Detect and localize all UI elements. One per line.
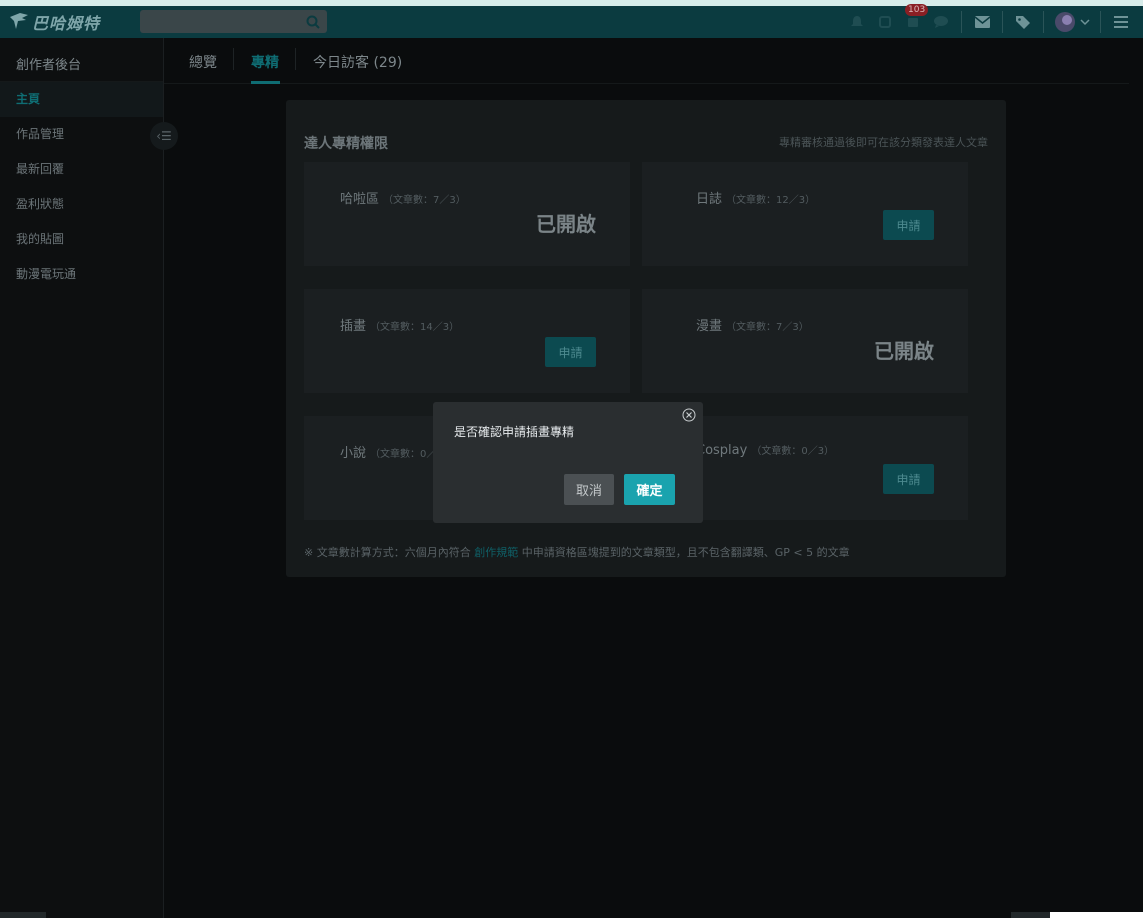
bottom-edge: [0, 912, 46, 918]
bell-icon[interactable]: [843, 6, 871, 38]
dragon-logo-icon: [10, 13, 28, 29]
card-title: Cosplay （文章數：0／3）: [696, 443, 835, 458]
rules-link[interactable]: 創作規範: [474, 546, 518, 559]
sidebar-title: 創作者後台: [0, 38, 163, 82]
card-title: 漫畫 （文章數：7／3）: [696, 319, 809, 334]
apply-button[interactable]: 申請: [545, 337, 596, 367]
notification-badge: 103: [905, 4, 929, 16]
logo-text: 巴哈姆特: [32, 14, 101, 33]
card-title: 插畫 （文章數：14／3）: [340, 319, 460, 334]
status-enabled: 已開啟: [874, 339, 934, 363]
tab-bar: 總覽 專精 今日訪客 (29): [164, 38, 1129, 84]
top-icons: 103: [843, 4, 1143, 38]
status-enabled: 已開啟: [536, 212, 596, 236]
panel-title: 達人專精權限: [304, 136, 388, 152]
divider: [961, 11, 962, 33]
avatar[interactable]: [1050, 6, 1094, 38]
sidebar: 創作者後台 主頁 作品管理 最新回覆 盈利狀態 我的貼圖 動漫電玩通: [0, 38, 164, 918]
card-diary: 日誌 （文章數：12／3） 申請: [642, 162, 968, 266]
divider: [1002, 11, 1003, 33]
footnote: ※ 文章數計算方式：六個月內符合 創作規範 中申請資格區塊提到的文章類型，且不包…: [304, 546, 850, 559]
divider: [1100, 11, 1101, 33]
tab-overview[interactable]: 總覽: [189, 52, 217, 72]
active-tab-indicator: [251, 81, 280, 84]
confirm-button[interactable]: 確定: [624, 474, 675, 505]
search-input[interactable]: [140, 10, 327, 33]
tab-divider: [295, 48, 296, 70]
card-title: 日誌 （文章數：12／3）: [696, 192, 816, 207]
tag-icon[interactable]: [1009, 6, 1037, 38]
sidebar-item-quiz[interactable]: 動漫電玩通: [0, 257, 163, 292]
tab-expertise[interactable]: 專精: [251, 52, 279, 72]
bottom-edge: [1050, 912, 1143, 918]
collapse-sidebar-button[interactable]: ‹☰: [150, 122, 178, 150]
sidebar-item-earnings[interactable]: 盈利狀態: [0, 187, 163, 222]
confirm-dialog: 是否確認申請插畫專精 取消 確定: [433, 402, 703, 523]
sidebar-item-stickers[interactable]: 我的貼圖: [0, 222, 163, 257]
collapse-icon: ‹☰: [156, 129, 172, 143]
bottom-edge: [1011, 912, 1050, 918]
sidebar-item-replies[interactable]: 最新回覆: [0, 152, 163, 187]
cancel-button[interactable]: 取消: [564, 474, 614, 505]
apply-button[interactable]: 申請: [883, 464, 934, 494]
apply-button[interactable]: 申請: [883, 210, 934, 240]
tab-divider: [233, 48, 234, 70]
forum-icon[interactable]: [871, 6, 899, 38]
card-hala: 哈啦區 （文章數：7／3） 已開啟: [304, 162, 630, 266]
tab-visitors[interactable]: 今日訪客 (29): [313, 52, 402, 72]
chevron-down-icon: [1080, 19, 1090, 26]
divider: [1043, 11, 1044, 33]
top-bar: 巴哈姆特 103: [0, 4, 1143, 38]
menu-icon[interactable]: [1107, 6, 1135, 38]
logo[interactable]: 巴哈姆特: [8, 10, 100, 34]
card-manga: 漫畫 （文章數：7／3） 已開啟: [642, 289, 968, 393]
chat-icon[interactable]: [927, 6, 955, 38]
mail-icon[interactable]: [968, 6, 996, 38]
notification-icon[interactable]: 103: [899, 4, 929, 38]
search-icon[interactable]: [305, 14, 321, 30]
dialog-message: 是否確認申請插畫專精: [454, 425, 575, 439]
close-icon[interactable]: [682, 408, 696, 422]
avatar-image: [1055, 12, 1075, 32]
sidebar-item-works[interactable]: 作品管理: [0, 117, 163, 152]
panel-note: 專精審核通過後即可在該分類發表達人文章: [779, 136, 988, 149]
card-illustration: 插畫 （文章數：14／3） 申請: [304, 289, 630, 393]
card-title: 哈啦區 （文章數：7／3）: [340, 192, 466, 207]
sidebar-item-home[interactable]: 主頁: [0, 82, 163, 117]
